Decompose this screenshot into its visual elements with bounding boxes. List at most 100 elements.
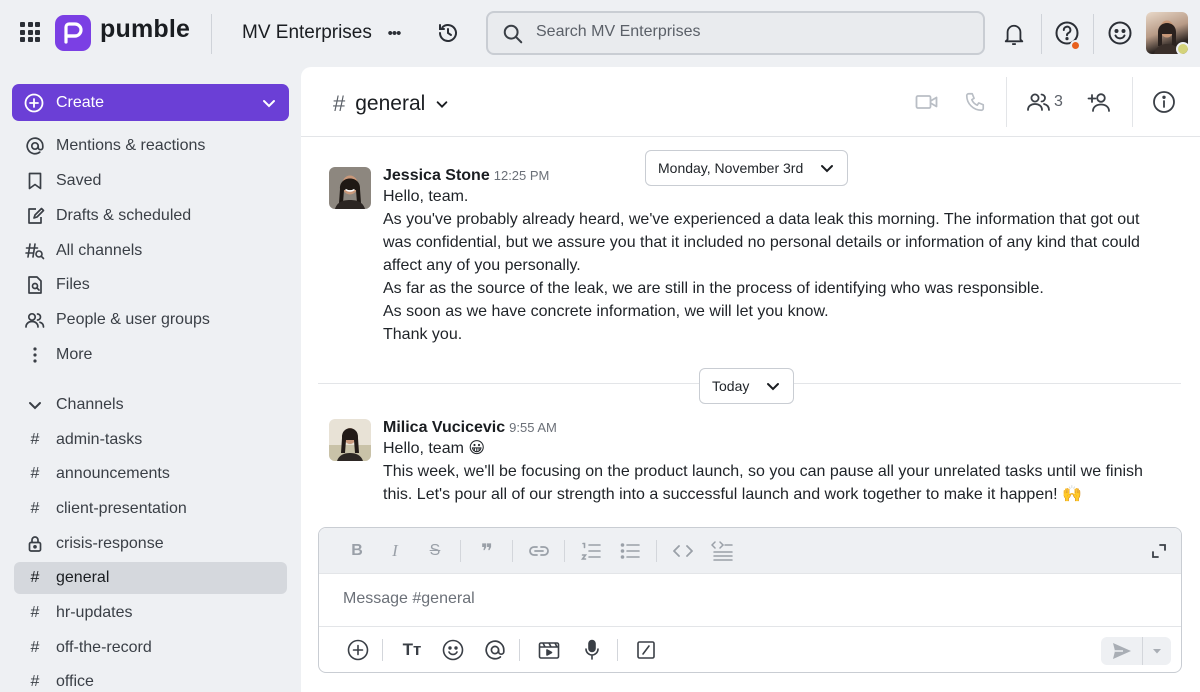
divider [1132,77,1133,127]
message-text: Hello, team. [383,188,469,205]
add-member-icon[interactable] [1087,90,1113,114]
schedule-send-chevron-icon[interactable] [1143,637,1171,665]
code-block-icon[interactable] [710,540,734,562]
workspace-name[interactable]: MV Enterprises [242,22,372,44]
date-label: Monday, November 3rd [658,160,804,176]
author-name[interactable]: Milica Vucicevic [383,419,505,436]
message-text: Hello, team 😀 [383,440,486,457]
emoji-status-icon[interactable] [1107,20,1133,46]
divider [1093,14,1094,54]
mention-icon[interactable] [482,637,508,663]
video-call-icon[interactable] [915,91,939,113]
message-text: this. Let's pour all of our strength int… [383,486,1082,503]
message-text: As soon as we have concrete information,… [383,303,829,320]
create-label: Create [56,93,105,111]
channel-title[interactable]: # general [333,91,449,117]
hash-icon: # [30,604,40,621]
lock-icon [24,535,46,553]
draft-icon [24,206,46,226]
help-notification-dot [1070,40,1081,51]
sidebar-item-people[interactable]: People & user groups [14,304,287,336]
sidebar-item-more[interactable]: More [14,339,287,371]
quote-icon[interactable]: ❞ [475,540,499,563]
sidebar-channel-client-presentation[interactable]: # client-presentation [14,493,287,525]
sidebar-channel-off-the-record[interactable]: # off-the-record [14,632,287,664]
message-composer: B I S ❞ Tт [318,527,1182,673]
pumble-logo-icon [55,15,91,51]
divider [512,540,513,562]
author-name[interactable]: Jessica Stone [383,167,490,184]
message-input[interactable] [343,590,1143,608]
sidebar-channel-general[interactable]: # general [14,562,287,594]
channels-header-label: Channels [56,396,124,413]
add-attachment-icon[interactable] [345,637,371,663]
workspace-more-icon[interactable]: ••• [382,20,406,46]
chevron-down-icon [24,397,46,413]
sidebar-item-label: People & user groups [56,311,210,328]
sidebar-channel-crisis-response[interactable]: crisis-response [14,528,287,560]
link-icon[interactable] [527,540,551,562]
info-icon[interactable] [1152,90,1176,114]
apps-grid-icon[interactable] [20,22,40,42]
send-button[interactable] [1101,637,1143,665]
message-text: As far as the source of the leak, we are… [383,280,1044,297]
italic-icon[interactable]: I [383,540,407,562]
expand-composer-icon[interactable] [1147,540,1171,562]
message-text: As you've probably already heard, we've … [383,211,1140,228]
formatting-toolbar: B I S ❞ [319,528,1181,574]
divider [460,540,461,562]
date-divider-pill[interactable]: Today [699,368,795,404]
author-avatar[interactable] [329,419,371,461]
date-divider-pill[interactable]: Monday, November 3rd [645,150,849,186]
channel-label: client-presentation [56,500,187,517]
send-controls [1101,637,1171,665]
sidebar-item-label: More [56,346,93,363]
strikethrough-icon[interactable]: S [423,540,447,562]
video-clip-icon[interactable] [536,637,562,663]
search-box[interactable] [486,11,985,55]
notifications-bell-icon[interactable] [1002,21,1026,47]
slash-command-icon[interactable] [633,637,659,663]
sidebar-channel-announcements[interactable]: # announcements [14,458,287,490]
channel-label: general [56,569,110,586]
sidebar-channel-office[interactable]: # office [14,666,287,692]
hash-icon: # [30,673,40,690]
sidebar-item-mentions[interactable]: Mentions & reactions [14,130,287,162]
bookmark-icon [24,171,46,191]
microphone-icon[interactable] [579,637,605,663]
sidebar-channel-admin-tasks[interactable]: # admin-tasks [14,424,287,456]
status-indicator [1176,42,1188,54]
sidebar-channel-hr-updates[interactable]: # hr-updates [14,597,287,629]
date-label: Today [712,378,750,394]
phone-call-icon[interactable] [963,90,987,114]
bulleted-list-icon[interactable] [618,540,642,562]
history-icon[interactable] [436,21,460,45]
channel-label: announcements [56,465,170,482]
divider [382,639,383,661]
top-bar: pumble MV Enterprises ••• [0,0,1200,66]
numbered-list-icon[interactable] [579,540,603,562]
channels-search-icon [24,241,46,261]
members-button[interactable]: 3 [1026,90,1063,114]
bold-icon[interactable]: B [345,540,369,562]
author-avatar[interactable] [329,167,371,209]
sidebar-item-saved[interactable]: Saved [14,165,287,197]
app-name: pumble [100,15,191,43]
chevron-down-icon [767,383,780,391]
sidebar-item-drafts[interactable]: Drafts & scheduled [14,200,287,232]
create-button[interactable]: Create [12,84,289,121]
channels-section-header[interactable]: Channels [14,389,287,421]
text-format-icon[interactable]: Tт [399,637,425,663]
chevron-down-icon[interactable] [261,95,277,111]
emoji-icon[interactable] [440,637,466,663]
sidebar-item-all-channels[interactable]: All channels [14,235,287,267]
hash-icon: # [30,431,40,448]
channel-label: office [56,673,94,690]
code-icon[interactable] [671,540,695,562]
user-avatar[interactable] [1146,12,1188,54]
search-input[interactable] [536,23,956,41]
hash-icon: # [333,91,346,116]
message-text: This week, we'll be focusing on the prod… [383,463,1143,480]
sidebar-item-files[interactable]: Files [14,269,287,301]
hash-icon: # [30,465,40,482]
